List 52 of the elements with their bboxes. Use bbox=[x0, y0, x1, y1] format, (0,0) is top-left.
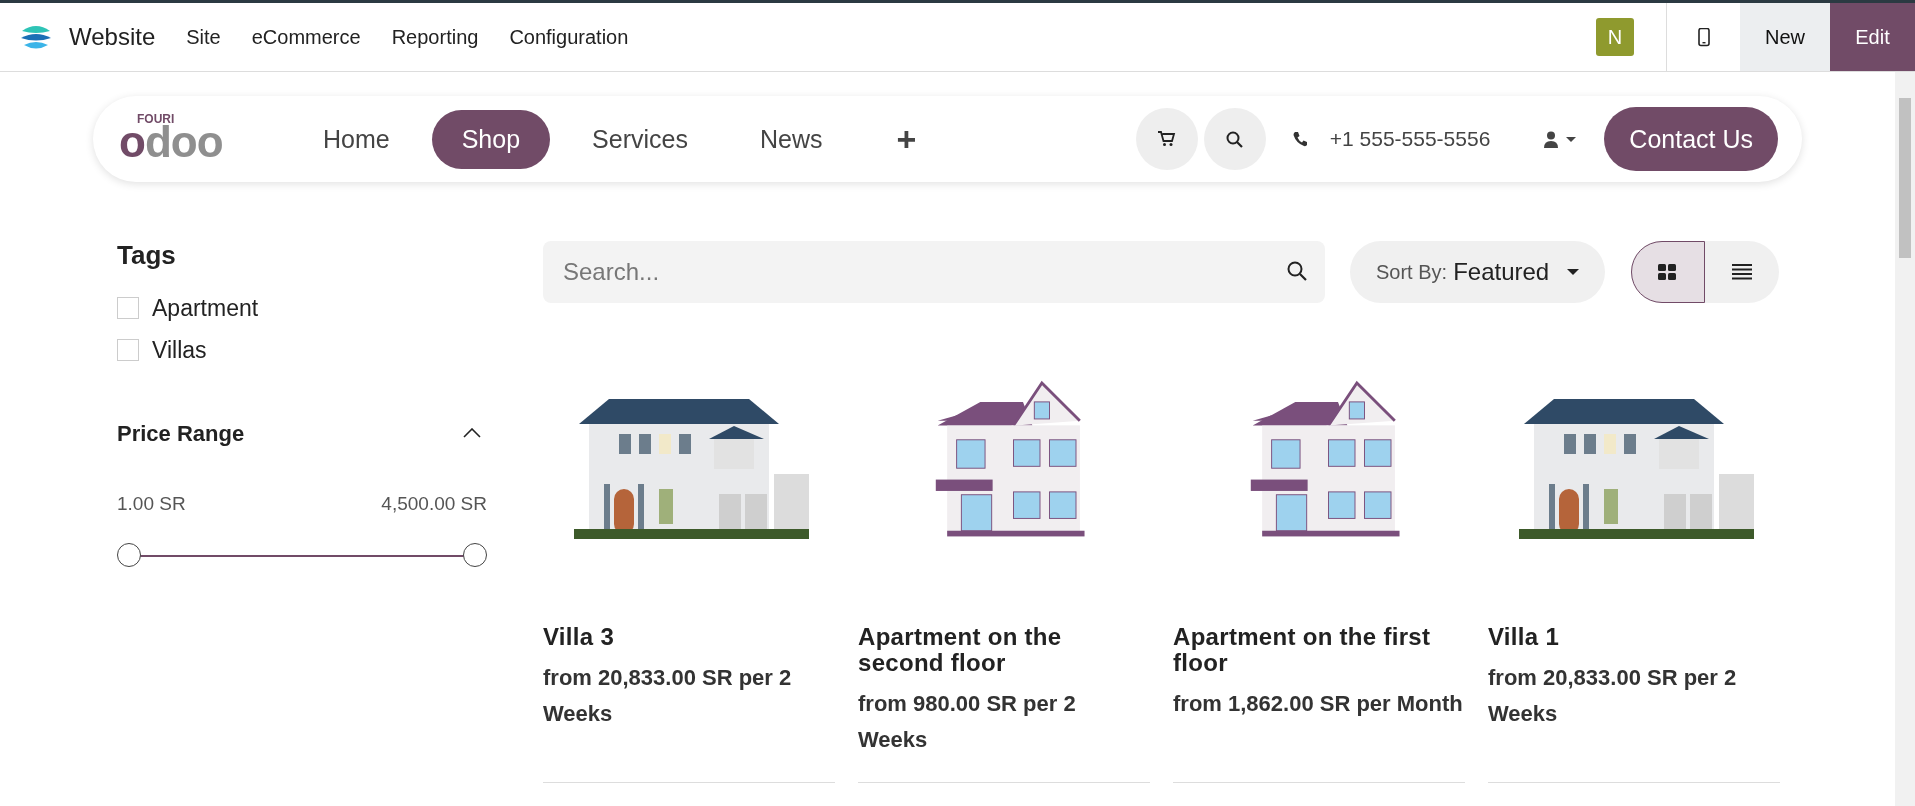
contact-us-button[interactable]: Contact Us bbox=[1604, 107, 1778, 171]
search-bar[interactable]: Search... bbox=[543, 241, 1325, 303]
checkbox[interactable] bbox=[117, 339, 139, 361]
product-price: from 20,833.00 SR per 2 Weeks bbox=[543, 664, 793, 728]
sort-dropdown[interactable]: Sort By: Featured bbox=[1350, 241, 1606, 303]
product-price: from 980.00 SR per 2 Weeks bbox=[858, 690, 1077, 754]
list-icon bbox=[1732, 264, 1753, 280]
add-menu-item[interactable]: + bbox=[896, 119, 917, 159]
caret-icon bbox=[1566, 136, 1577, 142]
new-button[interactable]: New bbox=[1740, 3, 1830, 71]
checkbox[interactable] bbox=[117, 297, 139, 319]
slider-handle[interactable] bbox=[463, 543, 487, 567]
menu-item[interactable]: Configuration bbox=[509, 25, 629, 49]
checkbox-label[interactable]: Villas bbox=[152, 336, 207, 364]
user-icon bbox=[1544, 130, 1559, 148]
phone-icon bbox=[1291, 131, 1308, 147]
user-menu[interactable] bbox=[1544, 130, 1577, 148]
caret-icon bbox=[1567, 269, 1580, 275]
nav-link[interactable]: Shop bbox=[431, 109, 551, 169]
sort-value: Featured bbox=[1453, 258, 1550, 286]
menu-item[interactable]: Site bbox=[186, 25, 221, 49]
search-icon bbox=[1225, 130, 1244, 148]
slider-handle[interactable] bbox=[117, 543, 141, 567]
product-name[interactable]: Villa 1 bbox=[1488, 624, 1780, 650]
product-name[interactable]: Apartment on the first floor bbox=[1173, 624, 1465, 676]
phone-number[interactable]: +1 555-555-5556 bbox=[1329, 127, 1491, 151]
price-min: 1.00 SR bbox=[117, 493, 186, 515]
chevron-up-icon[interactable] bbox=[463, 428, 483, 440]
edit-button[interactable]: Edit bbox=[1830, 3, 1915, 71]
filter-title: Tags bbox=[117, 240, 177, 271]
nav-link[interactable]: Services bbox=[562, 109, 718, 169]
nav-link[interactable]: News bbox=[729, 109, 853, 169]
app-name[interactable]: Website bbox=[69, 23, 156, 51]
menu-item[interactable]: eCommerce bbox=[251, 25, 361, 49]
search-input[interactable]: Search... bbox=[561, 257, 1287, 287]
checkbox-label[interactable]: Apartment bbox=[152, 294, 259, 322]
cart-icon bbox=[1157, 130, 1176, 148]
phone-icon bbox=[1697, 27, 1710, 47]
grid-icon bbox=[1658, 264, 1679, 280]
grid-view-button[interactable] bbox=[1631, 241, 1706, 303]
sort-label: Sort By: bbox=[1376, 260, 1448, 284]
product-price: from 1,862.00 SR per Month bbox=[1173, 690, 1464, 718]
product-name[interactable]: Apartment on the second floor bbox=[858, 624, 1150, 676]
scrollbar[interactable] bbox=[1895, 72, 1915, 806]
price-max: 4,500.00 SR bbox=[381, 493, 487, 515]
filter-title: Price Range bbox=[117, 421, 245, 447]
logo-tag: FOURI bbox=[137, 112, 175, 126]
product-name[interactable]: Villa 3 bbox=[543, 624, 835, 650]
menu-item[interactable]: Reporting bbox=[391, 25, 479, 49]
product-price: from 20,833.00 SR per 2 Weeks bbox=[1488, 664, 1738, 728]
nav-link[interactable]: Home bbox=[293, 109, 420, 169]
search-icon bbox=[1287, 261, 1309, 283]
